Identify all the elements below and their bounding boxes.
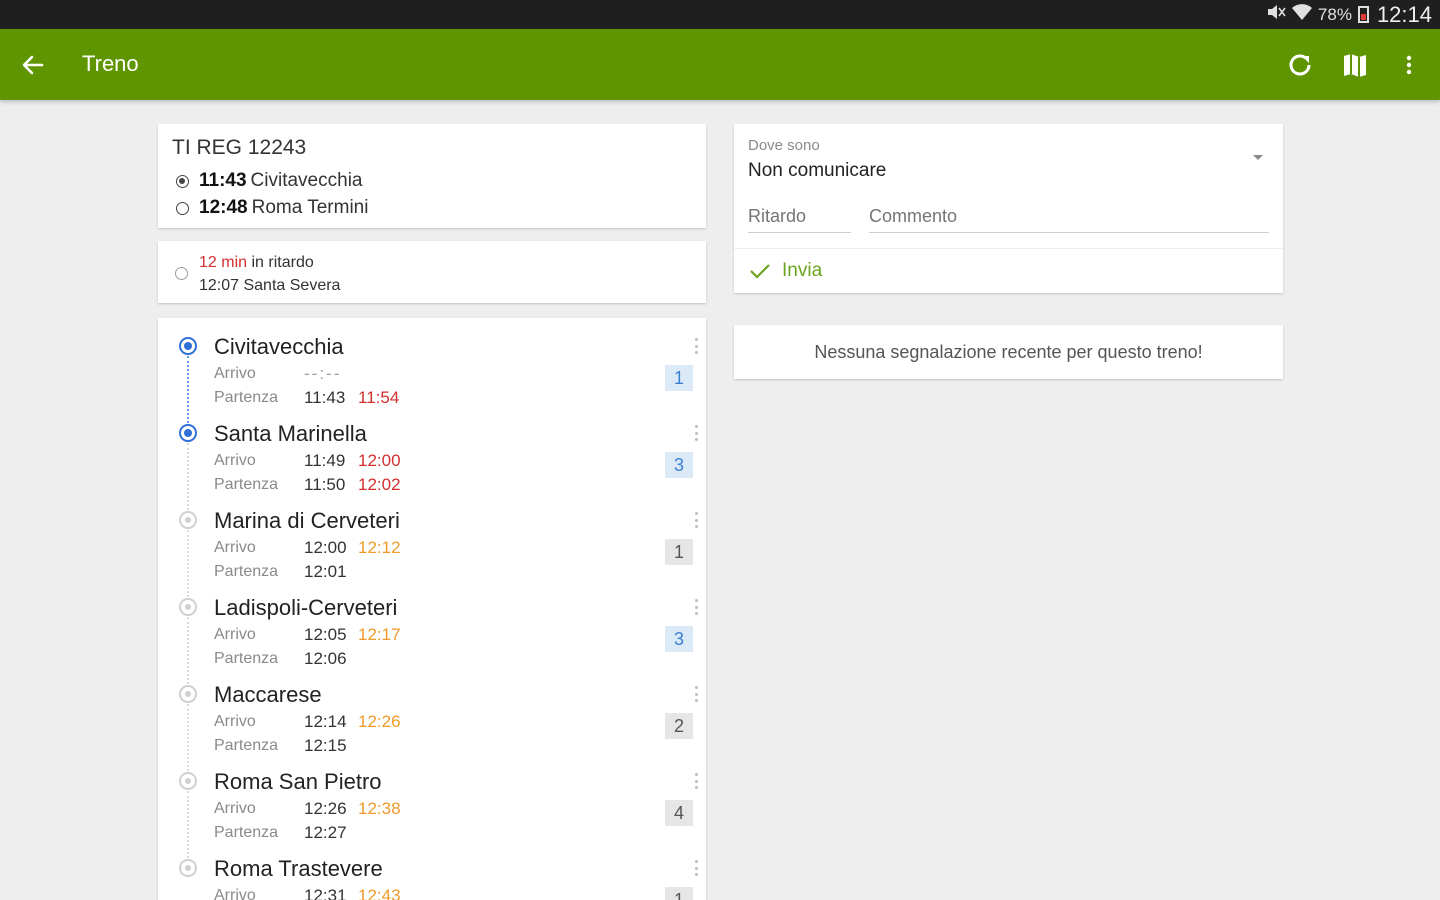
track-badge: 2 xyxy=(665,713,693,739)
arrival-actual: 12:17 xyxy=(358,625,401,644)
arrival-label: Arrivo xyxy=(214,626,256,643)
overflow-menu-icon[interactable] xyxy=(1393,49,1425,81)
stop-menu-icon[interactable] xyxy=(694,599,698,615)
departure-time: 11:43 xyxy=(199,170,247,191)
battery-percent: 78% xyxy=(1317,4,1352,24)
back-arrow-icon[interactable] xyxy=(18,50,48,80)
arrival-label: Arrivo xyxy=(214,365,256,382)
arrival-station: Roma Termini xyxy=(251,197,369,218)
delay-suffix: in ritardo xyxy=(251,254,314,271)
arrival-label: Arrivo xyxy=(214,800,256,817)
stop-name: Marina di Cerveteri xyxy=(214,508,400,533)
track-badge: 1 xyxy=(665,887,693,900)
arrival-actual: 12:43 xyxy=(358,886,401,900)
stop-name: Roma San Pietro xyxy=(214,769,382,794)
stop-row[interactable]: Marina di Cerveteri Arrivo 12:00 12:12 Parte… xyxy=(158,492,706,581)
stop-menu-icon[interactable] xyxy=(694,860,698,876)
track-badge: 3 xyxy=(665,452,693,478)
stops-list: Civitavecchia Arrivo --:-- Partenza 11:43 11:… xyxy=(158,318,706,900)
arrival-row: 12:48 Roma Termini xyxy=(176,197,368,219)
train-info-card: TI REG 12243 11:43 Civitavecchia 12:48 R… xyxy=(158,124,706,228)
toolbar-title: Treno xyxy=(82,51,139,76)
arrival-actual: 12:00 xyxy=(358,451,401,470)
arrival-scheduled: 12:31 xyxy=(304,886,347,900)
stop-menu-icon[interactable] xyxy=(694,425,698,441)
stop-row[interactable]: Maccarese Arrivo 12:14 12:26 Partenza 12:15 2 xyxy=(158,666,706,755)
stop-menu-icon[interactable] xyxy=(694,773,698,789)
mute-icon xyxy=(1266,3,1286,26)
train-number: TI REG 12243 xyxy=(172,136,307,159)
departure-dot-icon xyxy=(176,174,189,188)
report-card: Dove sono Non comunicare Invia xyxy=(734,124,1283,293)
status-bar: 78% 12:14 xyxy=(0,0,1440,29)
departure-station: Civitavecchia xyxy=(250,170,363,191)
app-toolbar: Treno xyxy=(0,29,1440,100)
stop-upcoming-icon xyxy=(179,598,197,616)
stop-name: Roma Trastevere xyxy=(214,856,383,881)
no-reports-message: Nessuna segnalazione recente per questo … xyxy=(814,342,1203,362)
dropdown-arrow-icon[interactable] xyxy=(1253,155,1263,160)
delay-input[interactable] xyxy=(748,201,851,233)
stop-row[interactable]: Ladispoli-Cerveteri Arrivo 12:05 12:17 Parte… xyxy=(158,579,706,668)
arrival-time: 12:48 xyxy=(199,197,248,218)
delay-status: 12 min in ritardo xyxy=(199,254,314,272)
stop-upcoming-icon xyxy=(179,772,197,790)
arrival-actual: 12:12 xyxy=(358,538,401,557)
last-seen: 12:07 Santa Severa xyxy=(199,277,341,294)
stop-passed-icon xyxy=(179,424,197,442)
arrival-scheduled: 12:05 xyxy=(304,625,347,644)
stop-upcoming-icon xyxy=(179,685,197,703)
stop-name: Santa Marinella xyxy=(214,421,367,446)
arrival-scheduled: 11:49 xyxy=(304,451,346,470)
track-badge: 4 xyxy=(665,800,693,826)
where-select[interactable]: Non comunicare xyxy=(748,160,886,182)
arrival-actual: 12:26 xyxy=(358,712,401,731)
refresh-icon[interactable] xyxy=(1284,49,1316,81)
stop-upcoming-icon xyxy=(179,859,197,877)
stop-menu-icon[interactable] xyxy=(694,686,698,702)
stop-name: Civitavecchia xyxy=(214,334,344,359)
where-label: Dove sono xyxy=(748,137,820,154)
stop-row[interactable]: Roma TrastevereArrivo12:3112:43Partenza1 xyxy=(158,840,706,900)
arrival-actual: 12:38 xyxy=(358,799,401,818)
delay-card: 12 min in ritardo 12:07 Santa Severa xyxy=(158,241,706,303)
track-badge: 1 xyxy=(665,539,693,565)
stop-passed-icon xyxy=(179,337,197,355)
map-icon[interactable] xyxy=(1339,49,1371,81)
arrival-scheduled: 12:14 xyxy=(304,712,347,731)
stop-row[interactable]: Roma San Pietro Arrivo 12:26 12:38 Partenza 1… xyxy=(158,753,706,842)
comment-input[interactable] xyxy=(869,201,1269,233)
status-bar-right: 78% 12:14 xyxy=(1266,0,1432,29)
stop-upcoming-icon xyxy=(179,511,197,529)
arrival-label: Arrivo xyxy=(214,887,256,900)
battery-icon xyxy=(1357,6,1369,23)
arrival-scheduled: 12:26 xyxy=(304,799,347,818)
send-button[interactable]: Invia xyxy=(748,257,822,285)
departure-row: 11:43 Civitavecchia xyxy=(176,170,362,192)
arrival-dot-icon xyxy=(176,201,189,215)
arrival-label: Arrivo xyxy=(214,452,256,469)
stop-name: Ladispoli-Cerveteri xyxy=(214,595,398,620)
stop-row[interactable]: Santa Marinella Arrivo 11:49 12:00 Partenza 1… xyxy=(158,405,706,494)
stop-name: Maccarese xyxy=(214,682,322,707)
stop-menu-icon[interactable] xyxy=(694,512,698,528)
status-time: 12:14 xyxy=(1376,1,1432,27)
send-label: Invia xyxy=(782,260,823,281)
divider xyxy=(734,248,1283,249)
wifi-icon xyxy=(1291,3,1312,26)
stop-row[interactable]: Civitavecchia Arrivo --:-- Partenza 11:43 11:… xyxy=(158,318,706,407)
delay-minutes: 12 min xyxy=(199,254,248,271)
arrival-scheduled: --:-- xyxy=(304,364,342,383)
track-badge: 1 xyxy=(665,365,693,391)
arrival-scheduled: 12:00 xyxy=(304,538,347,557)
arrival-label: Arrivo xyxy=(214,539,256,556)
stop-menu-icon[interactable] xyxy=(694,338,698,354)
track-badge: 3 xyxy=(665,626,693,652)
reports-card: Nessuna segnalazione recente per questo … xyxy=(734,325,1283,379)
check-icon xyxy=(750,264,770,279)
arrival-label: Arrivo xyxy=(214,713,256,730)
clock-icon xyxy=(175,267,188,280)
